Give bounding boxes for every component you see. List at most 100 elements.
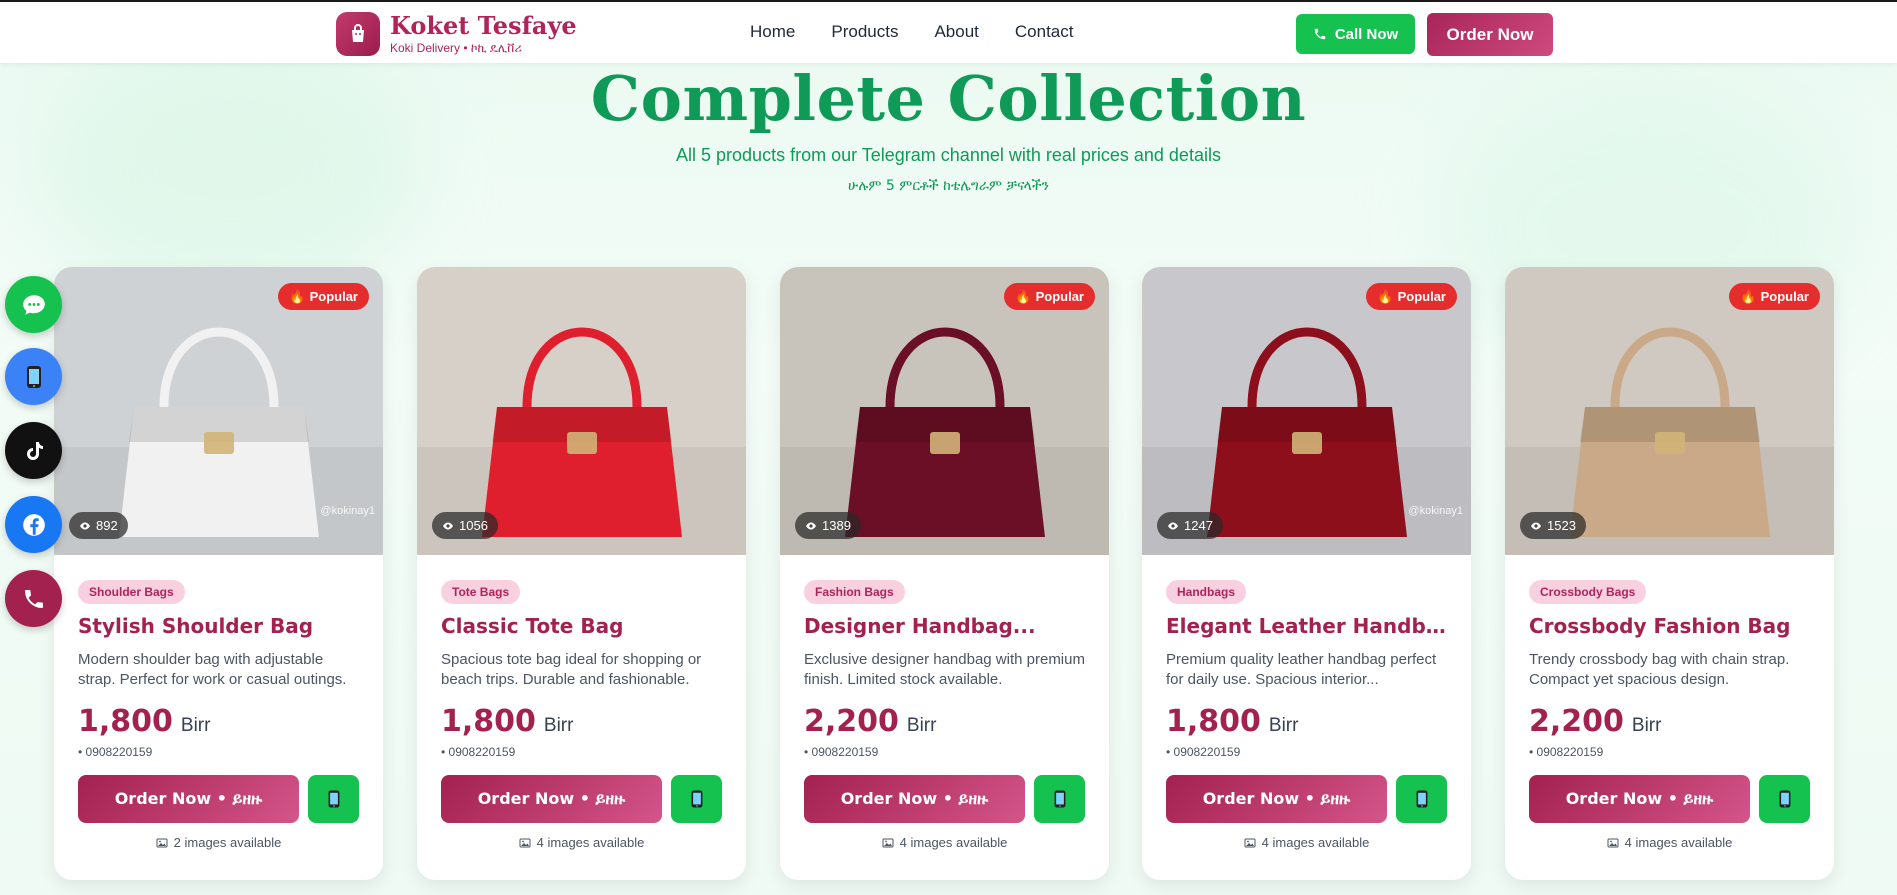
nav-home[interactable]: Home: [750, 22, 795, 42]
contact-phone: • 0908220159: [1529, 745, 1604, 759]
images-available-label: 2 images available: [173, 835, 282, 850]
images-available-label: 4 images available: [1624, 835, 1733, 850]
product-name[interactable]: Stylish Shoulder Bag: [78, 614, 359, 638]
fire-icon: 🔥: [1740, 288, 1757, 304]
price-value: 1,800: [78, 704, 173, 739]
order-now-button[interactable]: Order Now • ይዘዙ: [78, 775, 299, 823]
mobile-order-button[interactable]: [1034, 775, 1085, 823]
currency: Birr: [1631, 715, 1662, 736]
mobile-phone-icon: [26, 365, 41, 388]
currency: Birr: [1268, 715, 1299, 736]
images-available-label: 4 images available: [536, 835, 645, 850]
mobile-phone-icon: [1416, 790, 1427, 808]
fire-icon: 🔥: [1015, 288, 1032, 304]
product-name[interactable]: Elegant Leather Handbag: [1166, 614, 1447, 638]
phone-call-button[interactable]: [5, 570, 62, 627]
order-now-button[interactable]: Order Now • ይዘዙ: [441, 775, 662, 823]
product-card[interactable]: 1056 Tote Bags Classic Tote Bag Spacious…: [417, 267, 746, 880]
popular-label: Popular: [309, 289, 358, 304]
category-badge[interactable]: Crossbody Bags: [1529, 580, 1647, 604]
shopping-bag-icon: [336, 12, 380, 56]
view-count: 1389: [795, 512, 861, 539]
order-now-button[interactable]: Order Now: [1427, 13, 1553, 56]
product-card[interactable]: 🔥 Popular 1523 Crossbody Bags Crossbody F…: [1505, 267, 1834, 880]
image-icon: [1607, 838, 1619, 847]
mobile-phone-icon: [1779, 790, 1790, 808]
product-description: Trendy crossbody bag with chain strap. C…: [1529, 651, 1790, 688]
images-available-label: 4 images available: [1261, 835, 1370, 850]
phone-icon: [24, 589, 43, 608]
chat-button[interactable]: [5, 276, 62, 333]
mobile-order-button[interactable]: [1396, 775, 1447, 823]
page-subtitle-amharic: ሁሉም 5 ምርቶች ከቴሌግራም ቻናላችን: [848, 178, 1049, 194]
nav-about[interactable]: About: [934, 22, 978, 42]
price-value: 2,200: [804, 704, 899, 739]
facebook-icon: [22, 513, 45, 536]
product-card[interactable]: 🔥 Popular @kokinay1 892 Shoulder Bags Sty…: [54, 267, 383, 880]
product-name[interactable]: Designer Handbag...: [804, 614, 1085, 638]
popular-label: Popular: [1035, 289, 1084, 304]
mobile-contact-button[interactable]: [5, 348, 62, 405]
mobile-phone-icon: [691, 790, 702, 808]
view-count-value: 1389: [822, 518, 851, 533]
currency: Birr: [906, 715, 937, 736]
chat-icon: [22, 294, 45, 315]
view-count: 1247: [1157, 512, 1223, 539]
price-value: 1,800: [1166, 704, 1261, 739]
price: 1,800 Birr: [78, 704, 359, 739]
product-name[interactable]: Classic Tote Bag: [441, 614, 722, 638]
product-image[interactable]: 1056: [417, 267, 746, 555]
order-now-button[interactable]: Order Now • ይዘዙ: [1529, 775, 1750, 823]
images-available: 2 images available: [78, 835, 359, 850]
mobile-order-button[interactable]: [308, 775, 359, 823]
image-icon: [519, 838, 531, 847]
popular-badge: 🔥 Popular: [278, 283, 369, 310]
category-badge[interactable]: Shoulder Bags: [78, 580, 185, 604]
product-image[interactable]: 🔥 Popular 1389: [780, 267, 1109, 555]
eye-icon: [806, 522, 816, 529]
fire-icon: 🔥: [1377, 288, 1394, 304]
eye-icon: [1531, 522, 1541, 529]
product-image[interactable]: 🔥 Popular @kokinay1 892: [54, 267, 383, 555]
order-now-button[interactable]: Order Now • ይዘዙ: [804, 775, 1025, 823]
call-now-button[interactable]: Call Now: [1296, 14, 1415, 54]
category-badge[interactable]: Fashion Bags: [804, 580, 905, 604]
facebook-button[interactable]: [5, 496, 62, 553]
product-image[interactable]: 🔥 Popular @kokinay1 1247: [1142, 267, 1471, 555]
price: 1,800 Birr: [441, 704, 722, 739]
brand[interactable]: Koket Tesfaye Koki Delivery • ኮኪ ዴሊቨሪ: [336, 12, 577, 56]
mobile-order-button[interactable]: [671, 775, 722, 823]
tiktok-button[interactable]: [5, 422, 62, 479]
category-badge[interactable]: Tote Bags: [441, 580, 521, 604]
image-icon: [882, 838, 894, 847]
product-image[interactable]: 🔥 Popular 1523: [1505, 267, 1834, 555]
images-available-label: 4 images available: [899, 835, 1008, 850]
view-count-value: 1523: [1547, 518, 1576, 533]
product-card[interactable]: 🔥 Popular @kokinay1 1247 Handbags Elegant…: [1142, 267, 1471, 880]
eye-icon: [1168, 522, 1178, 529]
brand-subtitle: Koki Delivery • ኮኪ ዴሊቨሪ: [390, 41, 522, 55]
view-count-value: 1247: [1184, 518, 1213, 533]
product-name[interactable]: Crossbody Fashion Bag: [1529, 614, 1810, 638]
product-description: Spacious tote bag ideal for shopping or …: [441, 651, 702, 688]
product-card[interactable]: 🔥 Popular 1389 Fashion Bags Designer Hand…: [780, 267, 1109, 880]
price-value: 2,200: [1529, 704, 1624, 739]
images-available: 4 images available: [1166, 835, 1447, 850]
mobile-order-button[interactable]: [1759, 775, 1810, 823]
popular-badge: 🔥 Popular: [1004, 283, 1095, 310]
images-available: 4 images available: [804, 835, 1085, 850]
watermark: @kokinay1: [1408, 505, 1463, 517]
view-count: 892: [69, 512, 128, 539]
fire-icon: 🔥: [289, 288, 306, 304]
nav-products[interactable]: Products: [831, 22, 898, 42]
tiktok-icon: [26, 441, 43, 460]
view-count: 1056: [432, 512, 498, 539]
order-now-button[interactable]: Order Now • ይዘዙ: [1166, 775, 1387, 823]
category-badge[interactable]: Handbags: [1166, 580, 1247, 604]
price: 2,200 Birr: [1529, 704, 1810, 739]
contact-phone: • 0908220159: [78, 745, 153, 759]
brand-title: Koket Tesfaye: [390, 11, 577, 40]
nav-contact[interactable]: Contact: [1015, 22, 1074, 42]
popular-badge: 🔥 Popular: [1729, 283, 1820, 310]
price-value: 1,800: [441, 704, 536, 739]
